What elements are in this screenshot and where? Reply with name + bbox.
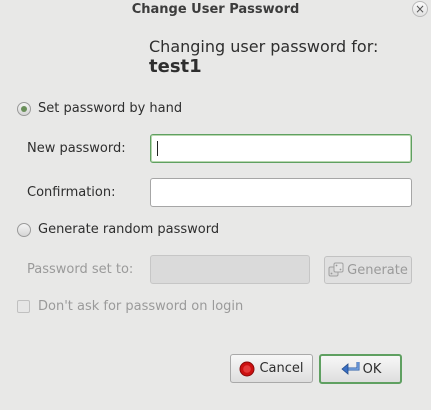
ok-button[interactable]: OK bbox=[319, 354, 402, 384]
radio-button-icon[interactable] bbox=[17, 101, 31, 116]
close-button[interactable]: × bbox=[412, 1, 428, 17]
window-title: Change User Password bbox=[131, 2, 300, 17]
cancel-button[interactable]: Cancel bbox=[230, 354, 313, 383]
new-password-label: New password: bbox=[27, 141, 126, 156]
new-password-field[interactable] bbox=[150, 134, 412, 163]
stop-icon bbox=[239, 361, 255, 376]
title-bar[interactable]: Change User Password × bbox=[0, 0, 431, 20]
radio-button-icon[interactable] bbox=[17, 222, 31, 237]
radio-set-by-hand-label: Set password by hand bbox=[38, 101, 183, 116]
generate-button[interactable]: Generate bbox=[324, 256, 412, 284]
close-icon: × bbox=[414, 2, 426, 16]
password-set-to-label: Password set to: bbox=[27, 262, 134, 277]
generate-button-label: Generate bbox=[347, 262, 408, 278]
dont-ask-checkbox-row: Don't ask for password on login bbox=[17, 299, 243, 314]
radio-set-by-hand[interactable]: Set password by hand bbox=[17, 101, 182, 116]
change-password-dialog: Change User Password × Changing user pas… bbox=[0, 0, 431, 410]
dont-ask-checkbox-label: Don't ask for password on login bbox=[38, 299, 244, 314]
dialog-heading: Changing user password for: test1 bbox=[149, 37, 378, 77]
heading-text: Changing user password for: bbox=[149, 37, 379, 56]
confirmation-label: Confirmation: bbox=[27, 185, 116, 200]
ok-button-label: OK bbox=[362, 361, 382, 377]
dont-ask-checkbox[interactable] bbox=[17, 300, 30, 313]
return-arrow-icon bbox=[340, 362, 360, 375]
confirmation-field[interactable] bbox=[150, 178, 412, 207]
cancel-button-label: Cancel bbox=[259, 361, 304, 376]
password-set-to-field bbox=[150, 255, 310, 284]
dice-icon bbox=[328, 262, 344, 277]
text-caret bbox=[157, 141, 158, 156]
radio-generate-random-label: Generate random password bbox=[38, 222, 220, 237]
username-label: test1 bbox=[149, 56, 202, 77]
radio-generate-random[interactable]: Generate random password bbox=[17, 222, 219, 237]
